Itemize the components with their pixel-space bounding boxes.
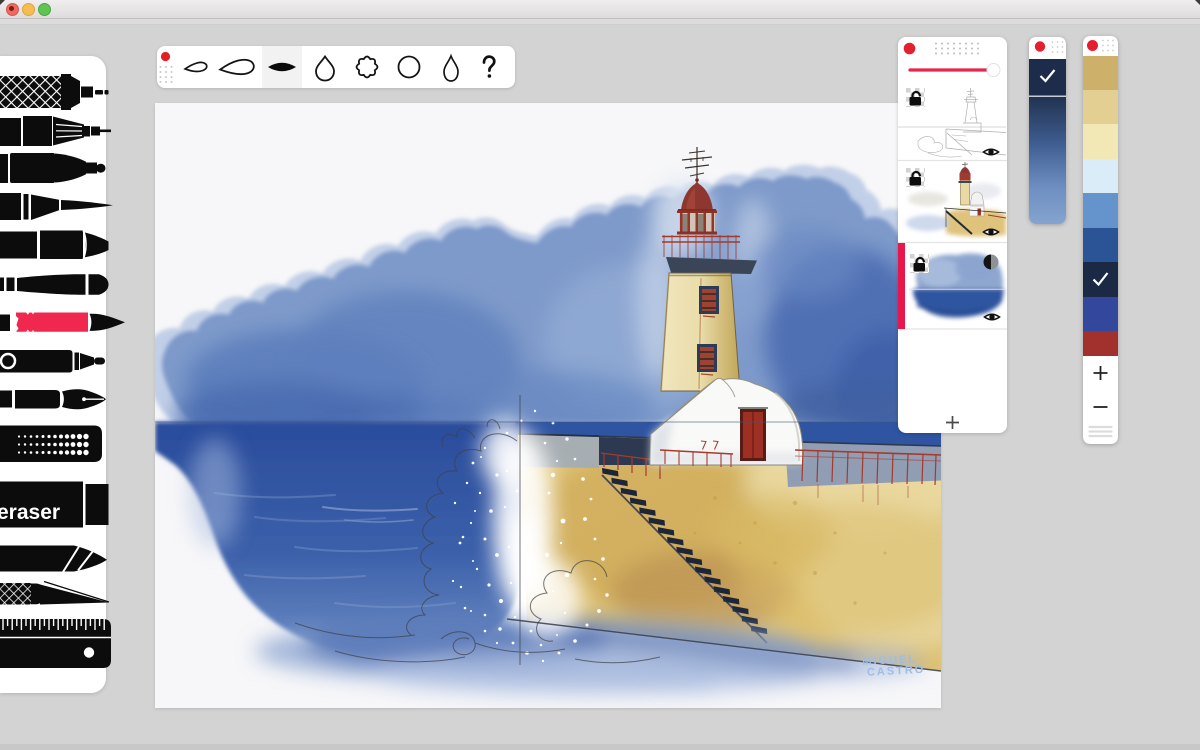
svg-text:eraser: eraser [0,501,60,524]
